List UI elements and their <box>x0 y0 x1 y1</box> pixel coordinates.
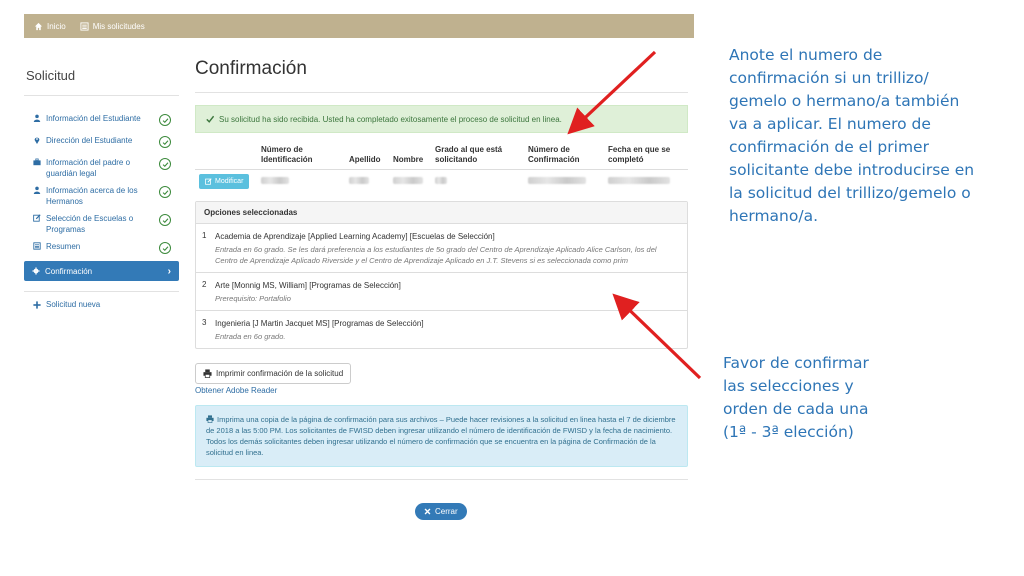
main-content: Confirmación Su solicitud ha sido recibi… <box>195 58 688 480</box>
sidebar-item-label: Información acerca de los Hermanos <box>46 186 138 206</box>
new-request-link[interactable]: Solicitud nueva <box>24 300 179 309</box>
header-last-name: Apellido <box>345 143 389 170</box>
success-message: Su solicitud ha sido recibida. Usted ha … <box>219 114 562 124</box>
cell-first-name-redacted <box>389 170 431 194</box>
info-message: Imprima una copia de la página de confir… <box>206 415 676 457</box>
adobe-reader-link[interactable]: Obtener Adobe Reader <box>195 386 688 395</box>
sidebar-steps: Información del Estudiante Dirección del… <box>24 110 179 281</box>
option-name: Ingenieria [J Martin Jacquet MS] [Progra… <box>215 319 424 328</box>
sidebar: Solicitud Información del Estudiante Dir… <box>24 58 179 309</box>
home-icon <box>34 22 43 30</box>
user-icon <box>33 114 41 122</box>
nav-my-requests[interactable]: Mis solicitudes <box>80 22 145 31</box>
check-icon <box>206 115 214 123</box>
annotation-confirmation-number: Anote el numero de confirmación si un tr… <box>729 46 975 225</box>
check-circle-icon <box>159 214 171 226</box>
annotation-confirm-selections: Favor de confirmar las selecciones y ord… <box>723 354 869 441</box>
header-confirmation-number: Número de Confirmación <box>524 143 604 170</box>
map-marker-icon <box>34 137 40 144</box>
edit-icon <box>205 178 212 185</box>
sidebar-item-school-selection[interactable]: Selección de Escuelas o Programas <box>24 210 179 238</box>
selected-options-heading: Opciones seleccionadas <box>196 202 687 224</box>
option-number: 3 <box>202 318 207 327</box>
check-circle-icon <box>159 136 171 148</box>
sidebar-item-summary[interactable]: Resumen <box>24 238 179 260</box>
sidebar-item-label: Selección de Escuelas o Programas <box>46 214 134 234</box>
list-item: 1 Academia de Aprendizaje [Applied Learn… <box>196 224 687 273</box>
edit-icon <box>33 214 41 222</box>
sidebar-item-label: Dirección del Estudiante <box>46 136 133 145</box>
nav-my-requests-label: Mis solicitudes <box>92 21 145 31</box>
sidebar-item-label: Resumen <box>46 242 81 251</box>
list-alt-icon <box>33 242 41 250</box>
sidebar-title: Solicitud <box>24 68 179 96</box>
sidebar-item-student-address[interactable]: Dirección del Estudiante <box>24 132 179 154</box>
table-row: Modificar <box>195 170 688 194</box>
close-button[interactable]: Cerrar <box>415 503 467 520</box>
option-number: 2 <box>202 280 207 289</box>
summary-table: Número de Identificación Apellido Nombre… <box>195 143 688 193</box>
print-icon <box>206 415 214 423</box>
cell-completion-date-redacted <box>604 170 688 194</box>
bottom-divider <box>195 479 688 480</box>
option-name: Arte [Monnig MS, William] [Programas de … <box>215 281 401 290</box>
page-title: Confirmación <box>195 58 688 93</box>
check-circle-icon <box>159 242 171 254</box>
briefcase-icon <box>33 158 41 166</box>
option-description: Entrada en 6o grado. Se les dará prefere… <box>215 245 657 265</box>
sidebar-item-guardian-info[interactable]: Información del padre o guardián legal <box>24 154 179 182</box>
list-item: 2 Arte [Monnig MS, William] [Programas d… <box>196 273 687 311</box>
list-item: 3 Ingenieria [J Martin Jacquet MS] [Prog… <box>196 311 687 348</box>
info-alert: Imprima una copia de la página de confir… <box>195 405 688 467</box>
close-label: Cerrar <box>435 507 458 516</box>
sidebar-item-label: Información del Estudiante <box>46 114 141 123</box>
header-completion-date: Fecha en que se completó <box>604 143 688 170</box>
print-icon <box>203 369 212 378</box>
check-circle-icon <box>159 114 171 126</box>
header-id-number: Número de Identificación <box>257 143 345 170</box>
sidebar-item-label: Confirmación <box>45 266 93 276</box>
modify-label: Modificar <box>215 178 244 185</box>
print-confirmation-button[interactable]: Imprimir confirmación de la solicitud <box>195 363 352 384</box>
cell-last-name-redacted <box>345 170 389 194</box>
success-alert: Su solicitud ha sido recibida. Usted ha … <box>195 105 688 133</box>
header-first-name: Nombre <box>389 143 431 170</box>
cell-confirmation-number-redacted <box>524 170 604 194</box>
table-header-row: Número de Identificación Apellido Nombre… <box>195 143 688 170</box>
gear-icon <box>32 267 40 275</box>
nav-home[interactable]: Inicio <box>34 22 66 31</box>
check-circle-icon <box>159 186 171 198</box>
sidebar-item-student-info[interactable]: Información del Estudiante <box>24 110 179 132</box>
close-icon <box>424 508 431 515</box>
header-action <box>195 143 257 170</box>
modify-button[interactable]: Modificar <box>199 174 250 189</box>
sidebar-item-siblings[interactable]: Información acerca de los Hermanos <box>24 182 179 210</box>
header-grade: Grado al que está solicitando <box>431 143 524 170</box>
nav-home-label: Inicio <box>47 21 66 31</box>
plus-icon <box>33 300 41 309</box>
selected-options-panel: Opciones seleccionadas 1 Academia de Apr… <box>195 201 688 349</box>
list-icon <box>80 21 89 31</box>
option-name: Academia de Aprendizaje [Applied Learnin… <box>215 232 495 241</box>
option-description: Prerequisito: Portafolio <box>215 294 291 303</box>
cell-grade-redacted <box>431 170 524 194</box>
option-number: 1 <box>202 231 207 240</box>
new-request-label: Solicitud nueva <box>46 300 101 309</box>
cell-id-number-redacted <box>257 170 345 194</box>
chevron-right-icon: › <box>167 265 171 277</box>
sidebar-item-label: Información del padre o guardián legal <box>46 158 131 178</box>
sidebar-item-confirmation[interactable]: Confirmación › <box>24 261 179 281</box>
sidebar-divider <box>24 291 179 292</box>
option-description: Entrada en 6o grado. <box>215 332 286 341</box>
check-circle-icon <box>159 158 171 170</box>
top-nav-bar: Inicio Mis solicitudes <box>24 14 694 38</box>
print-label: Imprimir confirmación de la solicitud <box>216 369 344 378</box>
user-icon <box>33 186 41 194</box>
